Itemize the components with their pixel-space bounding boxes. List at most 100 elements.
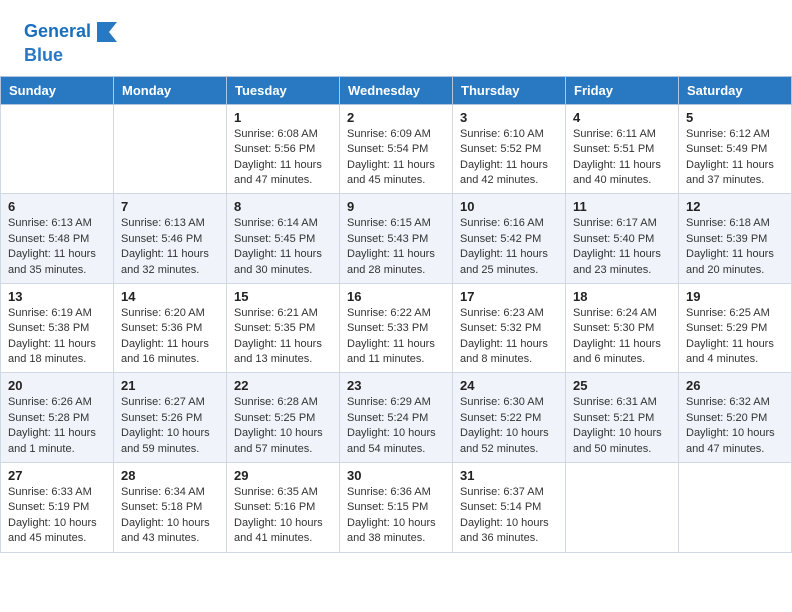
day-info: Sunrise: 6:33 AMSunset: 5:19 PMDaylight:…: [8, 485, 106, 547]
day-info: Sunrise: 6:31 AMSunset: 5:21 PMDaylight:…: [573, 395, 671, 457]
weekday-label: Sunday: [1, 76, 114, 104]
calendar-cell: [114, 104, 227, 194]
calendar-cell: 8 Sunrise: 6:14 AMSunset: 5:45 PMDaylight…: [227, 194, 340, 284]
day-info: Sunrise: 6:12 AMSunset: 5:49 PMDaylight:…: [686, 127, 784, 189]
weekday-label: Friday: [566, 76, 679, 104]
day-info: Sunrise: 6:21 AMSunset: 5:35 PMDaylight:…: [234, 306, 332, 368]
calendar-cell: 20 Sunrise: 6:26 AMSunset: 5:28 PMDayligh…: [1, 373, 114, 463]
day-info: Sunrise: 6:32 AMSunset: 5:20 PMDaylight:…: [686, 395, 784, 457]
day-info: Sunrise: 6:28 AMSunset: 5:25 PMDaylight:…: [234, 395, 332, 457]
day-number: 1: [234, 110, 332, 125]
day-number: 23: [347, 378, 445, 393]
calendar: SundayMondayTuesdayWednesdayThursdayFrid…: [0, 76, 792, 553]
day-number: 14: [121, 289, 219, 304]
day-number: 18: [573, 289, 671, 304]
day-number: 17: [460, 289, 558, 304]
calendar-week-row: 27 Sunrise: 6:33 AMSunset: 5:19 PMDayligh…: [1, 463, 792, 553]
day-info: Sunrise: 6:11 AMSunset: 5:51 PMDaylight:…: [573, 127, 671, 189]
day-number: 24: [460, 378, 558, 393]
day-info: Sunrise: 6:13 AMSunset: 5:48 PMDaylight:…: [8, 216, 106, 278]
weekday-label: Wednesday: [340, 76, 453, 104]
calendar-week-row: 1 Sunrise: 6:08 AMSunset: 5:56 PMDaylight…: [1, 104, 792, 194]
calendar-cell: 1 Sunrise: 6:08 AMSunset: 5:56 PMDaylight…: [227, 104, 340, 194]
day-info: Sunrise: 6:13 AMSunset: 5:46 PMDaylight:…: [121, 216, 219, 278]
calendar-cell: 14 Sunrise: 6:20 AMSunset: 5:36 PMDayligh…: [114, 283, 227, 373]
logo-text: General: [24, 22, 91, 42]
calendar-cell: 3Sunrise: 6:10 AMSunset: 5:52 PMDaylight…: [453, 104, 566, 194]
calendar-cell: 2 Sunrise: 6:09 AMSunset: 5:54 PMDaylight…: [340, 104, 453, 194]
calendar-cell: 12 Sunrise: 6:18 AMSunset: 5:39 PMDayligh…: [679, 194, 792, 284]
day-info: Sunrise: 6:16 AMSunset: 5:42 PMDaylight:…: [460, 216, 558, 278]
day-info: Sunrise: 6:14 AMSunset: 5:45 PMDaylight:…: [234, 216, 332, 278]
day-info: Sunrise: 6:18 AMSunset: 5:39 PMDaylight:…: [686, 216, 784, 278]
day-info: Sunrise: 6:22 AMSunset: 5:33 PMDaylight:…: [347, 306, 445, 368]
day-number: 21: [121, 378, 219, 393]
calendar-cell: 15 Sunrise: 6:21 AMSunset: 5:35 PMDayligh…: [227, 283, 340, 373]
calendar-cell: 23 Sunrise: 6:29 AMSunset: 5:24 PMDayligh…: [340, 373, 453, 463]
calendar-cell: 7 Sunrise: 6:13 AMSunset: 5:46 PMDaylight…: [114, 194, 227, 284]
calendar-cell: 21Sunrise: 6:27 AMSunset: 5:26 PMDayligh…: [114, 373, 227, 463]
calendar-week-row: 13 Sunrise: 6:19 AMSunset: 5:38 PMDayligh…: [1, 283, 792, 373]
day-info: Sunrise: 6:23 AMSunset: 5:32 PMDaylight:…: [460, 306, 558, 368]
day-info: Sunrise: 6:29 AMSunset: 5:24 PMDaylight:…: [347, 395, 445, 457]
day-number: 25: [573, 378, 671, 393]
day-info: Sunrise: 6:25 AMSunset: 5:29 PMDaylight:…: [686, 306, 784, 368]
day-number: 26: [686, 378, 784, 393]
calendar-cell: 28Sunrise: 6:34 AMSunset: 5:18 PMDayligh…: [114, 463, 227, 553]
calendar-week-row: 6 Sunrise: 6:13 AMSunset: 5:48 PMDaylight…: [1, 194, 792, 284]
calendar-cell: [566, 463, 679, 553]
day-info: Sunrise: 6:20 AMSunset: 5:36 PMDaylight:…: [121, 306, 219, 368]
calendar-body: 1 Sunrise: 6:08 AMSunset: 5:56 PMDaylight…: [1, 104, 792, 552]
calendar-cell: 22 Sunrise: 6:28 AMSunset: 5:25 PMDayligh…: [227, 373, 340, 463]
calendar-cell: 27 Sunrise: 6:33 AMSunset: 5:19 PMDayligh…: [1, 463, 114, 553]
day-info: Sunrise: 6:15 AMSunset: 5:43 PMDaylight:…: [347, 216, 445, 278]
calendar-cell: 31 Sunrise: 6:37 AMSunset: 5:14 PMDayligh…: [453, 463, 566, 553]
calendar-cell: [1, 104, 114, 194]
day-info: Sunrise: 6:08 AMSunset: 5:56 PMDaylight:…: [234, 127, 332, 189]
day-info: Sunrise: 6:35 AMSunset: 5:16 PMDaylight:…: [234, 485, 332, 547]
day-info: Sunrise: 6:37 AMSunset: 5:14 PMDaylight:…: [460, 485, 558, 547]
header: General Blue: [0, 0, 792, 76]
weekday-label: Tuesday: [227, 76, 340, 104]
day-info: Sunrise: 6:24 AMSunset: 5:30 PMDaylight:…: [573, 306, 671, 368]
day-number: 9: [347, 199, 445, 214]
day-number: 12: [686, 199, 784, 214]
day-number: 2: [347, 110, 445, 125]
day-number: 22: [234, 378, 332, 393]
day-number: 20: [8, 378, 106, 393]
calendar-cell: 9 Sunrise: 6:15 AMSunset: 5:43 PMDaylight…: [340, 194, 453, 284]
day-info: Sunrise: 6:34 AMSunset: 5:18 PMDaylight:…: [121, 485, 219, 547]
day-info: Sunrise: 6:26 AMSunset: 5:28 PMDaylight:…: [8, 395, 106, 457]
calendar-cell: 30Sunrise: 6:36 AMSunset: 5:15 PMDayligh…: [340, 463, 453, 553]
day-info: Sunrise: 6:10 AMSunset: 5:52 PMDaylight:…: [460, 127, 558, 189]
day-number: 8: [234, 199, 332, 214]
day-number: 27: [8, 468, 106, 483]
calendar-cell: 29 Sunrise: 6:35 AMSunset: 5:16 PMDayligh…: [227, 463, 340, 553]
day-number: 7: [121, 199, 219, 214]
calendar-cell: 10 Sunrise: 6:16 AMSunset: 5:42 PMDayligh…: [453, 194, 566, 284]
logo-icon: [93, 18, 121, 46]
weekday-label: Monday: [114, 76, 227, 104]
day-info: Sunrise: 6:19 AMSunset: 5:38 PMDaylight:…: [8, 306, 106, 368]
calendar-cell: 6 Sunrise: 6:13 AMSunset: 5:48 PMDaylight…: [1, 194, 114, 284]
day-number: 6: [8, 199, 106, 214]
day-number: 29: [234, 468, 332, 483]
day-number: 16: [347, 289, 445, 304]
calendar-cell: 24Sunrise: 6:30 AMSunset: 5:22 PMDayligh…: [453, 373, 566, 463]
weekday-label: Thursday: [453, 76, 566, 104]
calendar-cell: 13 Sunrise: 6:19 AMSunset: 5:38 PMDayligh…: [1, 283, 114, 373]
calendar-cell: 16 Sunrise: 6:22 AMSunset: 5:33 PMDayligh…: [340, 283, 453, 373]
day-number: 10: [460, 199, 558, 214]
day-number: 13: [8, 289, 106, 304]
calendar-cell: 11Sunrise: 6:17 AMSunset: 5:40 PMDayligh…: [566, 194, 679, 284]
weekday-header-row: SundayMondayTuesdayWednesdayThursdayFrid…: [1, 76, 792, 104]
day-info: Sunrise: 6:17 AMSunset: 5:40 PMDaylight:…: [573, 216, 671, 278]
day-number: 4: [573, 110, 671, 125]
day-info: Sunrise: 6:36 AMSunset: 5:15 PMDaylight:…: [347, 485, 445, 547]
day-number: 31: [460, 468, 558, 483]
logo: General Blue: [24, 18, 121, 66]
day-number: 5: [686, 110, 784, 125]
calendar-cell: 4 Sunrise: 6:11 AMSunset: 5:51 PMDaylight…: [566, 104, 679, 194]
day-number: 15: [234, 289, 332, 304]
day-info: Sunrise: 6:09 AMSunset: 5:54 PMDaylight:…: [347, 127, 445, 189]
